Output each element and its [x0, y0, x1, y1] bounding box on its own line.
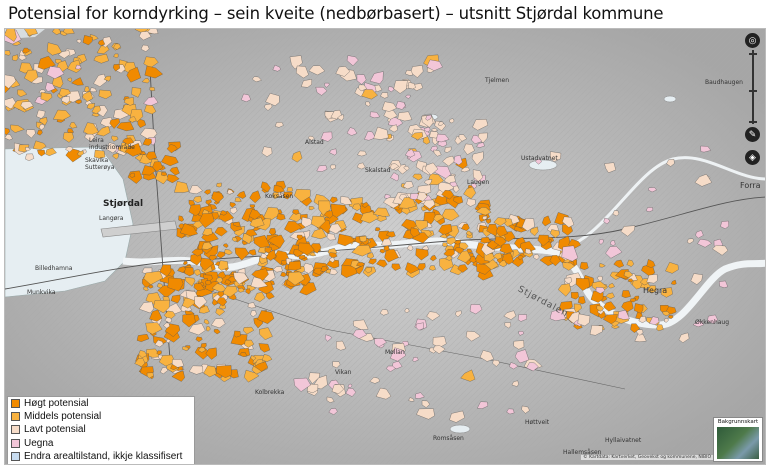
- legend-label: Høgt potensial: [24, 398, 89, 410]
- field-patch: [287, 260, 302, 271]
- zoom-slider[interactable]: [752, 50, 754, 124]
- place-mollan: Møllan: [385, 349, 405, 356]
- zoom-level-tick[interactable]: [749, 90, 757, 92]
- lake-hottveit: [449, 424, 471, 434]
- place-leira: Leira industriområde: [89, 137, 135, 151]
- field-patch: [578, 296, 586, 305]
- field-patch: [149, 87, 156, 91]
- legend-label: Lavt potensial: [24, 424, 86, 436]
- place-laugen: Laugen: [467, 179, 490, 186]
- field-patch: [298, 255, 306, 260]
- map-view[interactable]: Stjørdal Langøra Hegra Forra Stjørdalen …: [4, 28, 766, 465]
- legend: Høgt potensial Middels potensial Lavt pote…: [7, 396, 195, 464]
- place-langora: Langøra: [99, 215, 124, 222]
- legend-item: Lavt potensial: [8, 423, 194, 436]
- legend-swatch: [11, 425, 20, 435]
- field-patch: [579, 262, 589, 270]
- place-ustadvatnet: Ustadvatnet: [521, 155, 558, 162]
- place-billedhamna: Billedhamna: [35, 265, 73, 272]
- field-patch: [216, 182, 222, 188]
- place-hyllaivatnet: Hyllaivatnet: [605, 437, 642, 444]
- layers-icon[interactable]: ◈: [745, 150, 760, 165]
- place-kolbrekka: Kolbrekka: [255, 389, 285, 396]
- target-icon[interactable]: ◎: [745, 33, 760, 48]
- place-okkenhaug: Økkenhaug: [695, 319, 730, 326]
- legend-swatch: [11, 412, 20, 422]
- place-munkvika: Munkvika: [27, 289, 56, 296]
- place-skalstad: Skalstad: [365, 167, 391, 174]
- legend-item: Uegna: [8, 437, 194, 450]
- legend-item: Endra arealtilstand, ikkje klassifisert: [8, 450, 194, 463]
- place-romsaas: Romsåsen: [433, 435, 464, 442]
- basemap-thumbnail[interactable]: [717, 427, 759, 459]
- place-vikan: Vikan: [335, 369, 352, 376]
- pencil-icon[interactable]: ✎: [745, 127, 760, 142]
- legend-swatch: [11, 399, 20, 409]
- map-title: Potensial for korndyrking – sein kveite …: [8, 4, 664, 23]
- title-bar: Potensial for korndyrking – sein kveite …: [0, 0, 768, 28]
- legend-swatch: [11, 438, 20, 448]
- place-baudhaugen: Baudhaugen: [705, 79, 743, 86]
- basemap-switcher[interactable]: Bakgrunnskart: [713, 417, 763, 462]
- legend-swatch: [11, 451, 20, 461]
- basemap-label: Bakgrunnskart: [717, 419, 759, 425]
- lake: [663, 95, 677, 103]
- place-hegra: Hegra: [643, 286, 668, 295]
- legend-item: Høgt potensial: [8, 397, 194, 410]
- legend-label: Endra arealtilstand, ikkje klassifisert: [24, 450, 183, 462]
- place-hottveit: Høttveit: [525, 419, 550, 426]
- zoom-in-tick[interactable]: [749, 53, 757, 55]
- place-stjordal: Stjørdal: [103, 199, 144, 209]
- place-koksaas: Koksåsen: [265, 193, 294, 200]
- place-tjelmen: Tjelmen: [485, 77, 510, 84]
- attribution: © Kartdata: Kartverket, Geovekst og komm…: [581, 455, 713, 460]
- place-alstad: Alstad: [305, 139, 324, 146]
- zoom-out-tick[interactable]: [749, 121, 757, 123]
- legend-label: Uegna: [24, 437, 54, 449]
- field-patch: [286, 187, 294, 192]
- legend-item: Middels potensial: [8, 410, 194, 423]
- legend-label: Middels potensial: [24, 411, 102, 423]
- place-skavika: Skavika Sutterøya: [85, 157, 115, 171]
- place-forra: Forra: [740, 181, 761, 190]
